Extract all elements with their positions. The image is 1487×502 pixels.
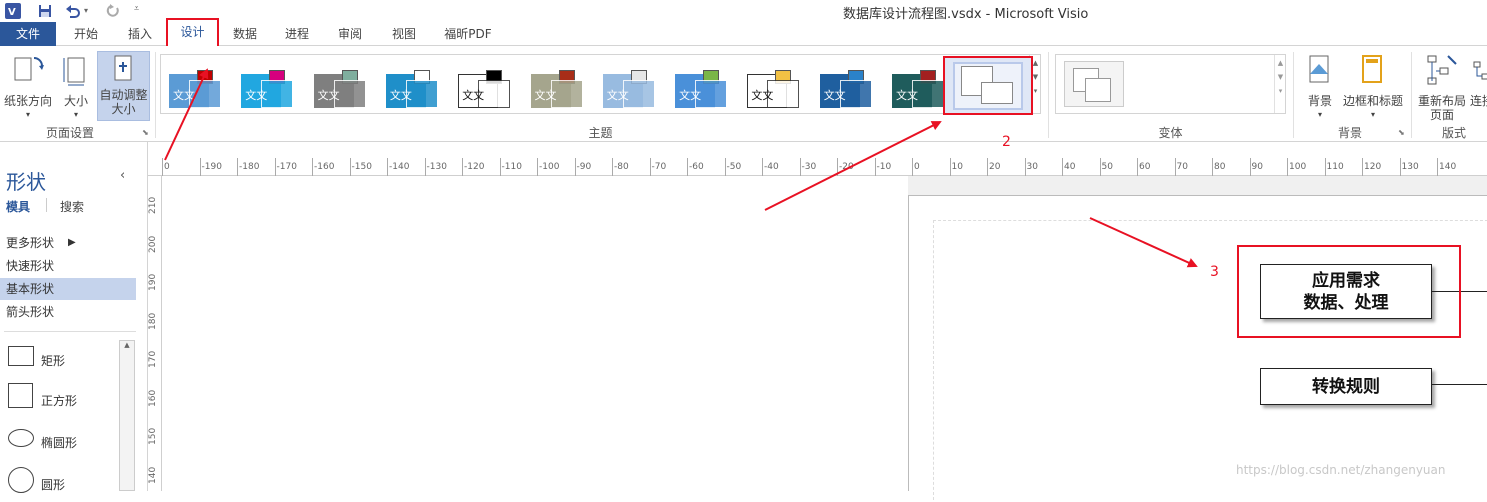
arrow-2 (764, 121, 942, 211)
arrow-1 (164, 68, 209, 161)
watermark: https://blog.csdn.net/zhangenyuan (1236, 463, 1446, 477)
arrow-3 (1089, 217, 1198, 268)
annotation-arrows (164, 68, 1198, 268)
